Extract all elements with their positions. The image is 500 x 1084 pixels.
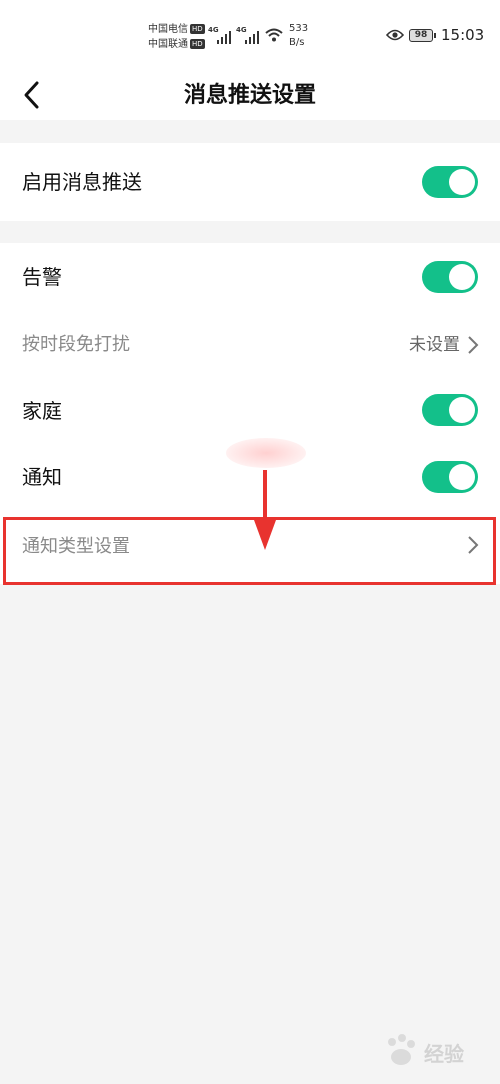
notice-toggle[interactable] [422,461,478,493]
eye-icon [386,29,404,41]
row-alarm: 告警 [0,243,500,311]
dnd-label: 按时段免打扰 [22,334,130,355]
chevron-right-icon [468,336,479,354]
family-label: 家庭 [22,399,62,423]
battery-icon: 98 [409,29,436,42]
row-dnd[interactable]: 按时段免打扰 未设置 [0,311,500,377]
watermark-text: 经验 [424,1042,464,1066]
hd-badge-2: HD [190,39,205,49]
clock: 15:03 [441,26,485,44]
toggle-knob [449,464,475,490]
nav-bar: 消息推送设置 [0,72,500,120]
toggle-knob [449,169,475,195]
row-enable-push: 启用消息推送 [0,143,500,221]
carrier-1: 中国电信 [148,24,188,35]
enable-push-toggle[interactable] [422,166,478,198]
carrier-info: 中国电信 HD 中国联通 HD [148,22,205,52]
enable-push-label: 启用消息推送 [22,170,142,194]
hd-badge-1: HD [190,24,205,34]
baidu-watermark: 经验 [380,1030,490,1076]
section-enable-push: 启用消息推送 [0,143,500,221]
dnd-value: 未设置 [409,335,460,355]
highlight-glow [226,438,306,468]
annotation-arrow-icon [254,470,276,550]
carrier-2: 中国联通 [148,39,188,50]
notice-label: 通知 [22,465,62,489]
speed-value: 533 [289,23,309,34]
speed-unit: B/s [289,37,305,48]
baidu-paw-icon [388,1034,415,1065]
toggle-knob [449,264,475,290]
toggle-knob [449,397,475,423]
alarm-toggle[interactable] [422,261,478,293]
status-bar: 中国电信 HD 中国联通 HD 4G 4G 533 B/s 98 15:03 [0,0,500,72]
row-family: 家庭 [0,377,500,443]
network-speed: 533 B/s [289,22,308,50]
wifi-icon [265,28,283,42]
alarm-label: 告警 [22,265,62,289]
page-title: 消息推送设置 [183,83,316,108]
family-toggle[interactable] [422,394,478,426]
